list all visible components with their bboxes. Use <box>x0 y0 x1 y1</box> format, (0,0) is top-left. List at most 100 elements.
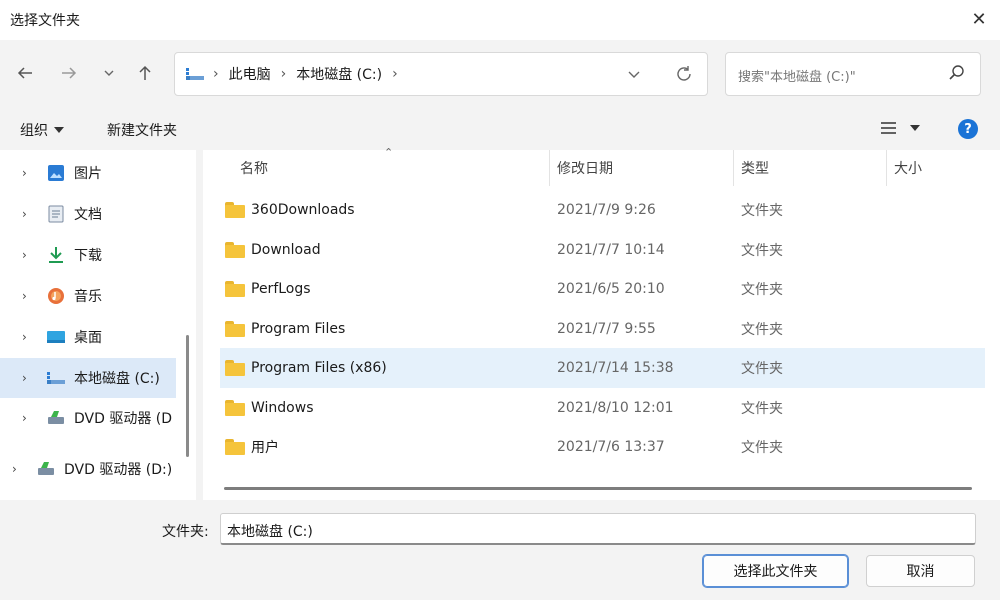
table-row[interactable]: Windows 2021/8/10 12:01 文件夹 <box>220 388 985 428</box>
address-bar[interactable]: › 此电脑 › 本地磁盘 (C:) › <box>174 52 708 96</box>
file-modified: 2021/7/9 9:26 <box>557 202 656 218</box>
downloads-icon <box>46 245 66 265</box>
chevron-right-icon: › <box>213 66 219 82</box>
chevron-right-icon[interactable]: › <box>22 411 36 425</box>
sidebar-item-downloads[interactable]: › 下载 <box>0 235 176 275</box>
recent-locations-button[interactable] <box>94 58 124 88</box>
music-icon <box>46 286 66 306</box>
file-modified: 2021/7/6 13:37 <box>557 439 665 455</box>
folder-icon <box>225 427 245 467</box>
chevron-right-icon[interactable]: › <box>22 289 36 303</box>
chevron-right-icon[interactable]: › <box>12 462 26 476</box>
sidebar-item-local-disk[interactable]: › 本地磁盘 (C:) <box>0 358 176 398</box>
sidebar-scrollbar[interactable] <box>186 335 189 457</box>
close-icon: ✕ <box>971 8 987 30</box>
back-arrow-icon <box>17 67 32 79</box>
pictures-icon <box>46 163 66 183</box>
file-type: 文件夹 <box>741 282 783 298</box>
chevron-right-icon[interactable]: › <box>22 371 36 385</box>
search-box[interactable]: 搜索"本地磁盘 (C:)" <box>725 52 981 96</box>
refresh-icon <box>677 66 691 81</box>
folder-label: 文件夹: <box>162 524 209 540</box>
sidebar-item-label: 桌面 <box>74 330 102 346</box>
breadcrumb-local-disk[interactable]: 本地磁盘 (C:) <box>296 64 382 84</box>
select-folder-button[interactable]: 选择此文件夹 <box>702 554 849 588</box>
caret-down-icon <box>910 125 920 131</box>
file-type: 文件夹 <box>741 440 783 456</box>
file-name: Program Files <box>251 321 346 337</box>
title-bar: 选择文件夹 ✕ <box>0 0 1000 40</box>
column-divider[interactable] <box>733 150 734 186</box>
file-modified: 2021/7/14 15:38 <box>557 360 674 376</box>
sidebar-item-dvd-drive-root[interactable]: › DVD 驱动器 (D:) <box>0 449 176 489</box>
sidebar-item-label: DVD 驱动器 (D:) <box>64 462 173 478</box>
sidebar-item-label: 本地磁盘 (C:) <box>74 371 160 387</box>
file-type: 文件夹 <box>741 243 783 259</box>
organize-button[interactable]: 组织 <box>20 120 64 140</box>
column-header-modified[interactable]: 修改日期 <box>557 150 613 186</box>
caret-down-icon <box>54 127 64 133</box>
search-placeholder[interactable]: 搜索"本地磁盘 (C:)" <box>738 66 856 85</box>
column-header-type[interactable]: 类型 <box>741 150 769 186</box>
file-name: Download <box>251 242 321 258</box>
table-row[interactable]: Download 2021/7/7 10:14 文件夹 <box>220 230 985 270</box>
sidebar-item-label: DVD 驱动器 (D <box>74 411 173 427</box>
file-name: Program Files (x86) <box>251 360 387 376</box>
sort-ascending-icon: ⌃ <box>384 146 394 159</box>
column-divider[interactable] <box>886 150 887 186</box>
table-row[interactable]: 360Downloads 2021/7/9 9:26 文件夹 <box>220 190 985 230</box>
chevron-down-icon <box>104 70 114 76</box>
horizontal-scrollbar[interactable] <box>224 487 972 490</box>
folder-icon <box>225 348 245 388</box>
file-modified: 2021/8/10 12:01 <box>557 400 674 416</box>
organize-label: 组织 <box>20 123 48 139</box>
sidebar-item-pictures[interactable]: › 图片 <box>0 153 176 193</box>
folder-icon <box>225 388 245 428</box>
breadcrumb-this-pc[interactable]: 此电脑 <box>229 64 271 84</box>
sidebar-item-desktop[interactable]: › 桌面 <box>0 317 176 357</box>
forward-arrow-icon <box>62 67 77 79</box>
breadcrumb: › 此电脑 › 本地磁盘 (C:) › <box>185 53 408 95</box>
view-options-button[interactable] <box>880 121 920 135</box>
chevron-right-icon[interactable]: › <box>22 166 36 180</box>
chevron-right-icon[interactable]: › <box>22 207 36 221</box>
refresh-button[interactable] <box>675 65 693 87</box>
chevron-right-icon[interactable]: › <box>392 66 398 82</box>
file-name: 用户 <box>251 440 279 456</box>
folder-input[interactable]: 本地磁盘 (C:) <box>220 513 976 545</box>
chevron-right-icon[interactable]: › <box>281 66 287 82</box>
folder-input-value[interactable]: 本地磁盘 (C:) <box>227 521 313 541</box>
up-button[interactable] <box>130 58 160 88</box>
desktop-icon <box>46 327 66 347</box>
sidebar-item-dvd-drive[interactable]: › DVD 驱动器 (D <box>0 398 176 438</box>
sidebar-item-label: 图片 <box>74 166 102 182</box>
table-row[interactable]: 用户 2021/7/6 13:37 文件夹 <box>220 427 985 467</box>
chevron-right-icon[interactable]: › <box>22 248 36 262</box>
column-divider[interactable] <box>549 150 550 186</box>
dvd-drive-icon <box>46 408 66 428</box>
help-icon[interactable]: ? <box>958 119 978 139</box>
table-row[interactable]: Program Files (x86) 2021/7/14 15:38 文件夹 <box>220 348 985 388</box>
back-button[interactable] <box>10 58 40 88</box>
search-icon[interactable] <box>948 64 966 86</box>
file-type: 文件夹 <box>741 322 783 338</box>
new-folder-button[interactable]: 新建文件夹 <box>107 120 177 140</box>
sidebar-item-documents[interactable]: › 文档 <box>0 194 176 234</box>
folder-icon <box>225 309 245 349</box>
table-row[interactable]: PerfLogs 2021/6/5 20:10 文件夹 <box>220 269 985 309</box>
sidebar-item-music[interactable]: › 音乐 <box>0 276 176 316</box>
file-name: PerfLogs <box>251 281 311 297</box>
command-bar: 组织 新建文件夹 <box>0 108 1000 150</box>
chevron-right-icon[interactable]: › <box>22 330 36 344</box>
cancel-button[interactable]: 取消 <box>866 555 975 587</box>
folder-icon <box>225 230 245 270</box>
list-view-icon <box>881 122 896 134</box>
close-button[interactable]: ✕ <box>962 4 996 34</box>
file-modified: 2021/6/5 20:10 <box>557 281 665 297</box>
column-header-size[interactable]: 大小 <box>894 150 922 186</box>
column-header-name[interactable]: 名称 <box>240 150 268 186</box>
forward-button[interactable] <box>54 58 84 88</box>
file-name: 360Downloads <box>251 202 355 218</box>
table-row[interactable]: Program Files 2021/7/7 9:55 文件夹 <box>220 309 985 349</box>
address-history-button[interactable] <box>627 67 641 85</box>
